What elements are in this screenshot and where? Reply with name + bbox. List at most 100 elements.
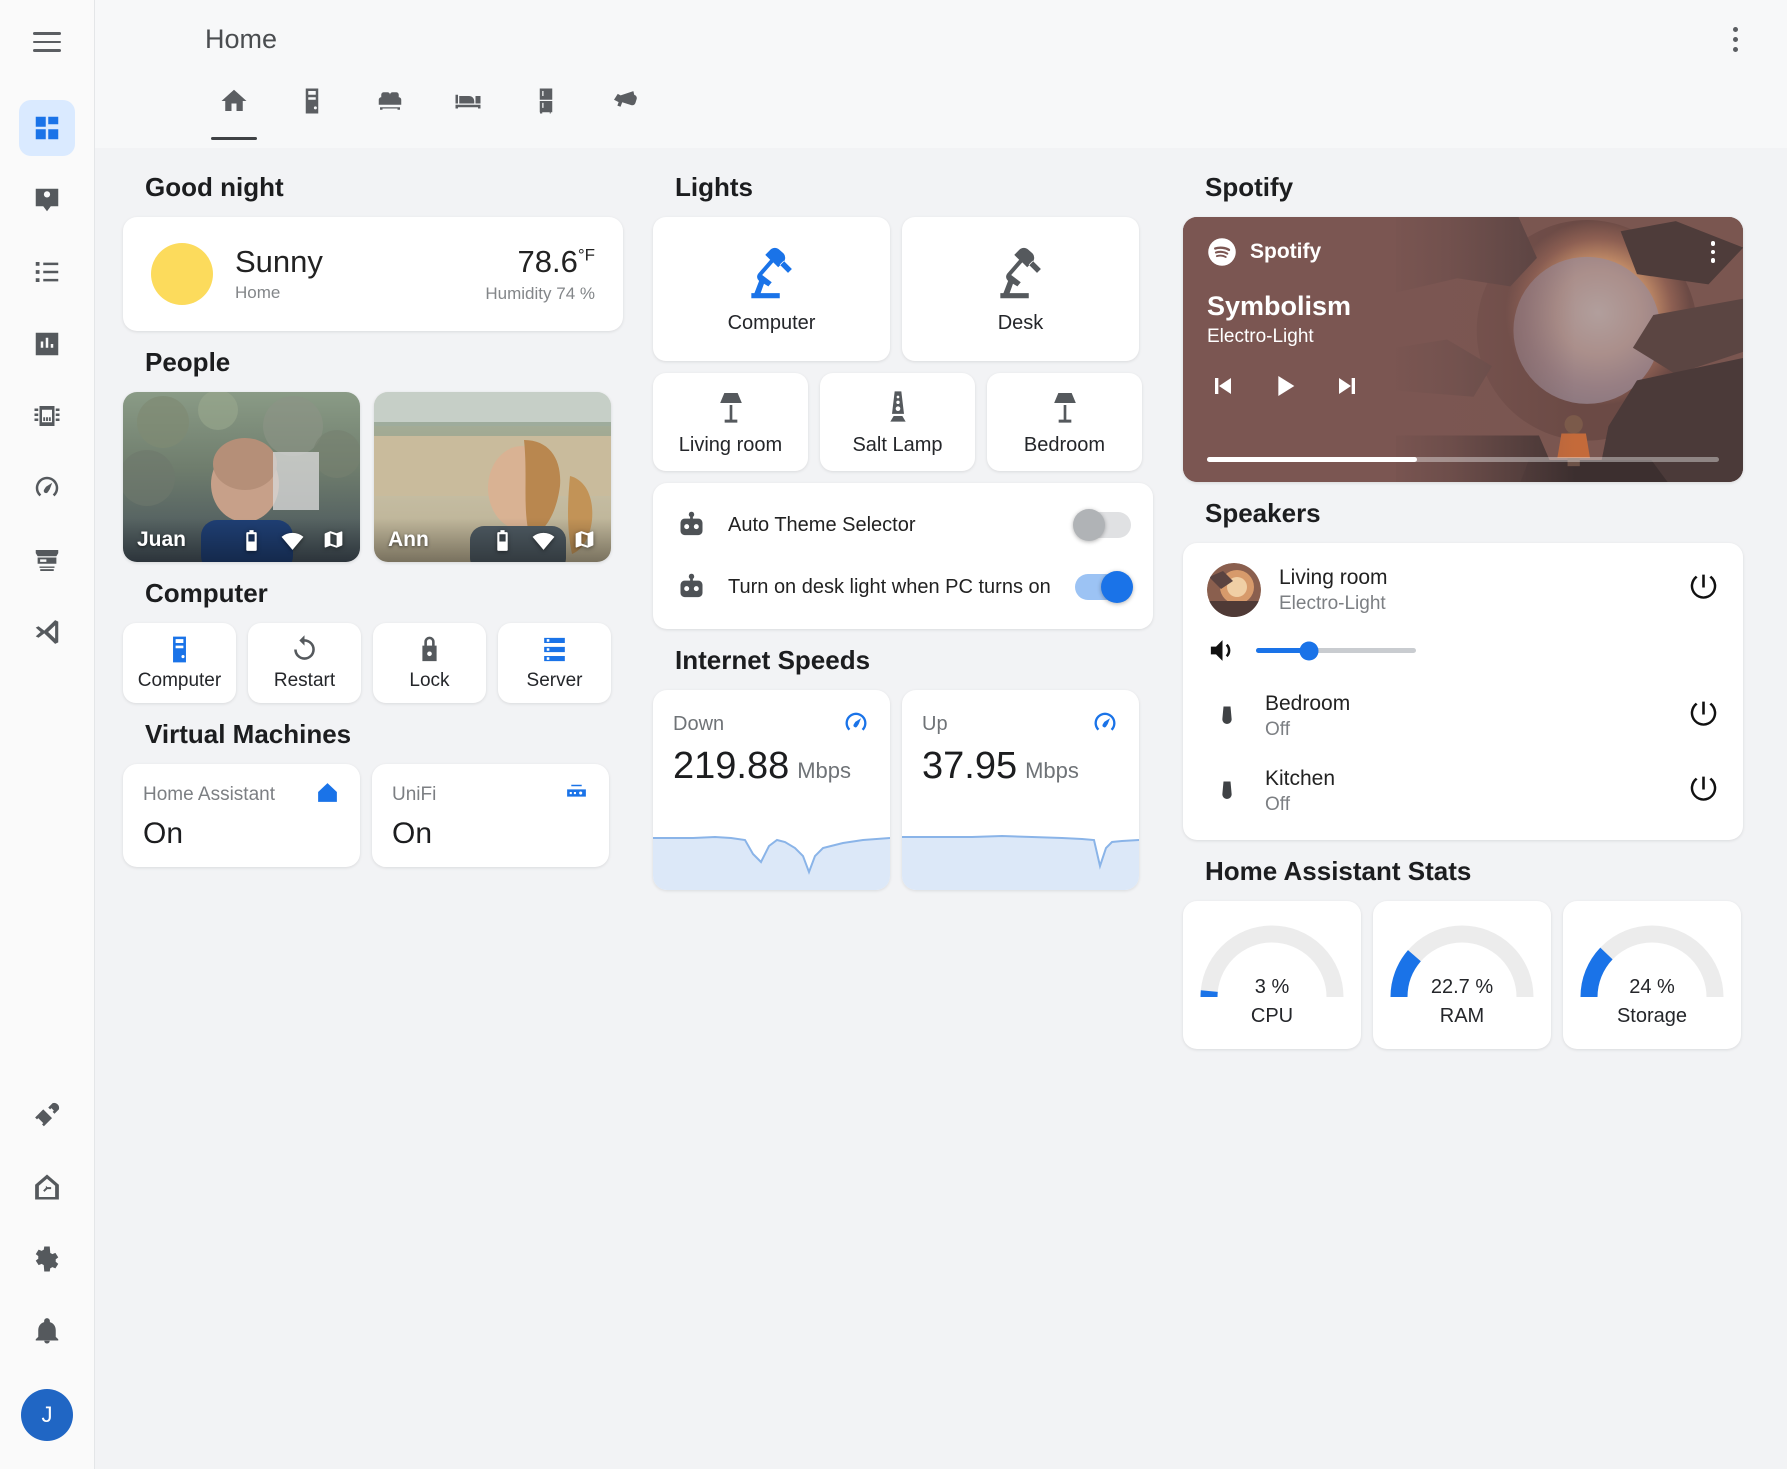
speed-card-up[interactable]: Up 37.95 Mbps	[902, 690, 1139, 890]
speaker-active-row[interactable]: Living room Electro-Light	[1207, 563, 1719, 617]
virtual-machines-title: Virtual Machines	[145, 719, 352, 749]
robot-icon	[680, 573, 703, 597]
automation-row-theme: Auto Theme Selector	[675, 501, 1131, 549]
play-icon[interactable]	[1269, 370, 1301, 402]
format-list-bulleted-icon	[35, 262, 59, 282]
speed-name: Up	[922, 713, 948, 735]
computer-buttons: Computer Restart Lock Server	[123, 623, 623, 703]
sidebar-item-vscode[interactable]	[19, 604, 75, 660]
sidebar-item-map-person[interactable]	[19, 172, 75, 228]
spotify-overflow-button[interactable]	[1710, 241, 1720, 263]
tab-living-room[interactable]	[351, 78, 429, 140]
gauge-label: Storage	[1616, 1004, 1688, 1027]
user-avatar[interactable]: J	[21, 1389, 73, 1441]
speaker-icon	[1222, 781, 1232, 799]
light-label: Living room	[678, 433, 783, 456]
automation-toggle-theme[interactable]	[1073, 509, 1131, 541]
menu-toggle-button[interactable]	[19, 14, 75, 70]
tab-computer[interactable]	[273, 78, 351, 140]
sidebar-item-settings[interactable]	[19, 1231, 75, 1287]
speakers-title: Speakers	[1205, 498, 1321, 528]
gauge-card-cpu[interactable]: 3 % CPU	[1183, 901, 1361, 1049]
sidebar-item-speedtest[interactable]	[19, 460, 75, 516]
speaker-power-button[interactable]	[1688, 699, 1719, 735]
gauge-value: 3 %	[1254, 975, 1290, 998]
volume-high-icon[interactable]	[1207, 635, 1238, 666]
light-label: Computer	[727, 311, 816, 334]
speaker-name: Kitchen	[1265, 767, 1336, 790]
sidebar-item-history[interactable]	[19, 316, 75, 372]
weather-card[interactable]: Sunny Home 78.6°F Humidity 74 %	[123, 217, 623, 331]
person-card[interactable]: Juan	[123, 392, 360, 562]
sidebar-item-notifications[interactable]	[19, 1303, 75, 1359]
person-card[interactable]: Ann	[374, 392, 611, 562]
sidebar-item-hacs[interactable]	[19, 532, 75, 588]
speedometer-icon	[845, 712, 867, 731]
vm-card-unifi[interactable]: UniFi On	[372, 764, 609, 867]
speaker-row-kitchen[interactable]: Kitchen Off	[1207, 767, 1719, 816]
sidebar-item-logbook[interactable]	[19, 244, 75, 300]
speaker-state: Off	[1265, 719, 1290, 740]
previous-icon[interactable]	[1207, 370, 1239, 402]
speaker-volume-slider[interactable]	[1256, 641, 1416, 660]
computer-button-server[interactable]: Server	[498, 623, 611, 703]
sidebar-item-dashboard[interactable]	[19, 100, 75, 156]
speaker-power-button[interactable]	[1688, 774, 1719, 810]
fridge-icon	[539, 88, 553, 114]
app-root: J Home Good night Sunny Home 78.6°F Humi…	[0, 0, 1787, 1469]
weather-temperature: 78.6	[517, 244, 578, 279]
speaker-state: Off	[1265, 794, 1290, 815]
sidebar-item-developer-tools[interactable]	[19, 1087, 75, 1143]
computer-button-computer[interactable]: Computer	[123, 623, 236, 703]
spotify-media-card[interactable]: Spotify Symbolism Electro-Light	[1183, 217, 1743, 482]
computer-button-restart[interactable]: Restart	[248, 623, 361, 703]
light-tile-desk[interactable]: Desk	[902, 217, 1139, 361]
speaker-row-bedroom[interactable]: Bedroom Off	[1207, 692, 1719, 741]
power-icon	[1690, 574, 1717, 599]
person-name: Ann	[388, 528, 429, 551]
people-row: Juan Ann	[123, 392, 623, 562]
light-tile-living-room[interactable]: Living room	[653, 373, 808, 471]
spotify-progress-bar[interactable]	[1207, 457, 1719, 462]
tab-bedroom[interactable]	[429, 78, 507, 140]
sidebar-item-hardware[interactable]	[19, 388, 75, 444]
map-marker-account-icon	[35, 188, 59, 212]
speed-value: 219.88	[673, 745, 790, 787]
gauge-label: CPU	[1250, 1004, 1294, 1027]
light-tile-salt-lamp[interactable]: Salt Lamp	[820, 373, 975, 471]
home-icon	[221, 89, 247, 111]
weather-temperature-unit: °F	[577, 245, 595, 265]
tab-kitchen[interactable]	[507, 78, 585, 140]
desk-lamp-icon	[750, 247, 792, 298]
speaker-album-thumb	[1207, 563, 1261, 617]
vm-card-home-assistant[interactable]: Home Assistant On	[123, 764, 360, 867]
speaker-now-playing: Electro-Light	[1279, 592, 1386, 614]
spotify-title: Spotify	[1205, 172, 1294, 202]
sidebar-item-supervisor[interactable]	[19, 1159, 75, 1215]
home-assistant-icon	[318, 783, 337, 802]
tab-cameras[interactable]	[585, 78, 663, 140]
stats-gauges-row: 3 % CPU 22.7 % RAM 24 % Storage	[1183, 901, 1743, 1049]
speaker-power-button[interactable]	[1688, 572, 1719, 608]
computer-button-label: Computer	[137, 670, 222, 691]
automation-row-desk-light: Turn on desk light when PC turns on	[675, 563, 1133, 611]
light-tile-bedroom[interactable]: Bedroom	[987, 373, 1142, 471]
next-icon[interactable]	[1331, 370, 1363, 402]
lava-lamp-icon	[889, 390, 906, 422]
tab-home[interactable]	[195, 78, 273, 140]
weather-sunny-icon	[151, 243, 213, 305]
weather-condition: Sunny	[235, 243, 323, 279]
overflow-menu-button[interactable]	[1713, 17, 1757, 61]
gauge-card-storage[interactable]: 24 % Storage	[1563, 901, 1741, 1049]
computer-button-lock[interactable]: Lock	[373, 623, 486, 703]
people-title: People	[145, 347, 231, 377]
floor-lamp-icon	[1053, 392, 1076, 423]
page-title: Home	[205, 23, 278, 54]
automation-toggle-desk-light[interactable]	[1075, 571, 1133, 603]
speed-card-down[interactable]: Down 219.88 Mbps	[653, 690, 890, 890]
battery-icon	[497, 529, 508, 551]
light-tile-computer[interactable]: Computer	[653, 217, 890, 361]
battery-icon	[246, 529, 257, 551]
gauge-card-ram[interactable]: 22.7 % RAM	[1373, 901, 1551, 1049]
automation-label: Auto Theme Selector	[728, 513, 916, 536]
